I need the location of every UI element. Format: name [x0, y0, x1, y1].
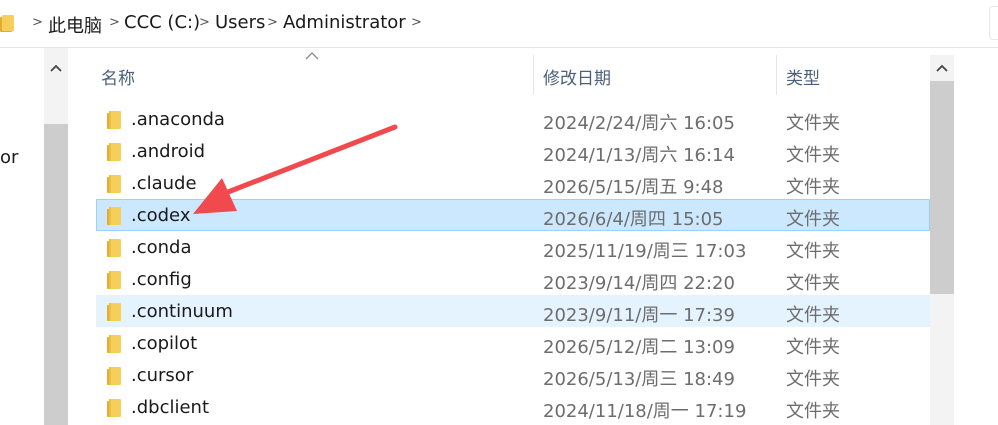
- file-type: 文件夹: [786, 113, 840, 134]
- file-row[interactable]: .cursor 2026/5/13/周三 18:49 文件夹: [96, 359, 930, 391]
- file-modified-date: 2025/11/19/周三 17:03: [543, 241, 747, 262]
- file-modified-date: 2026/5/12/周二 13:09: [543, 337, 735, 358]
- nav-scrollbar-thumb[interactable]: [44, 124, 68, 425]
- file-modified-date: 2026/5/13/周三 18:49: [543, 369, 735, 390]
- file-type: 文件夹: [786, 401, 840, 422]
- chevron-right-icon[interactable]: >: [411, 15, 422, 30]
- folder-icon: [107, 111, 121, 129]
- file-modified-date: 2024/11/18/周一 17:19: [543, 401, 747, 422]
- chevron-right-icon[interactable]: >: [32, 15, 43, 30]
- file-modified-date: 2026/5/15/周五 9:48: [543, 177, 724, 198]
- file-name: .dbclient: [131, 397, 210, 418]
- file-name: .config: [131, 269, 192, 290]
- caret-up-icon[interactable]: [930, 55, 954, 81]
- chevron-right-icon[interactable]: >: [199, 15, 210, 30]
- file-row[interactable]: .claude 2026/5/15/周五 9:48 文件夹: [96, 167, 930, 199]
- folder-icon: [107, 367, 121, 385]
- column-header-date[interactable]: 修改日期: [543, 64, 611, 89]
- chevron-right-icon[interactable]: >: [267, 15, 278, 30]
- address-bar[interactable]: > 此电脑 > CCC (C:) > Users > Administrator…: [0, 0, 998, 48]
- file-row[interactable]: .continuum 2023/9/11/周一 17:39 文件夹: [96, 295, 930, 327]
- caret-up-icon[interactable]: [44, 55, 68, 81]
- file-name: .claude: [131, 173, 197, 194]
- column-header-name[interactable]: 名称: [101, 64, 135, 89]
- breadcrumb-this-pc[interactable]: 此电脑: [48, 12, 102, 38]
- file-row[interactable]: .codex 2026/6/4/周四 15:05 文件夹: [96, 199, 930, 231]
- breadcrumb-administrator[interactable]: Administrator: [283, 12, 406, 33]
- column-header-type[interactable]: 类型: [786, 64, 820, 89]
- folder-icon: [107, 239, 121, 257]
- file-modified-date: 2023/9/11/周一 17:39: [543, 305, 735, 326]
- file-type: 文件夹: [786, 369, 840, 390]
- file-name: .copilot: [131, 333, 198, 354]
- file-name: .continuum: [131, 301, 233, 322]
- file-name: .cursor: [131, 365, 194, 386]
- column-divider[interactable]: [533, 55, 534, 95]
- file-type: 文件夹: [786, 177, 840, 198]
- folder-icon: [0, 15, 14, 32]
- file-row[interactable]: .anaconda 2024/2/24/周六 16:05 文件夹: [96, 103, 930, 135]
- address-bar-end: [989, 6, 998, 40]
- file-type: 文件夹: [786, 337, 840, 358]
- folder-icon: [107, 271, 121, 289]
- file-row[interactable]: .dbclient 2024/11/18/周一 17:19 文件夹: [96, 391, 930, 423]
- file-row[interactable]: .config 2023/9/14/周四 22:20 文件夹: [96, 263, 930, 295]
- chevron-right-icon[interactable]: >: [109, 15, 120, 30]
- file-name: .android: [131, 141, 206, 162]
- file-name: .anaconda: [131, 109, 225, 130]
- folder-icon: [107, 175, 121, 193]
- navigation-pane[interactable]: or: [0, 48, 44, 425]
- file-row[interactable]: .conda 2025/11/19/周三 17:03 文件夹: [96, 231, 930, 263]
- file-type: 文件夹: [786, 241, 840, 262]
- file-type: 文件夹: [786, 209, 840, 230]
- nav-item-label[interactable]: or: [0, 147, 18, 168]
- file-modified-date: 2023/9/14/周四 22:20: [543, 273, 735, 294]
- file-modified-date: 2024/2/24/周六 16:05: [543, 113, 735, 134]
- column-divider[interactable]: [776, 55, 777, 95]
- file-list: .anaconda 2024/2/24/周六 16:05 文件夹 .androi…: [96, 103, 930, 423]
- folder-icon: [107, 335, 121, 353]
- folder-icon: [107, 399, 121, 417]
- file-modified-date: 2026/6/4/周四 15:05: [543, 209, 724, 230]
- file-modified-date: 2024/1/13/周六 16:14: [543, 145, 735, 166]
- breadcrumb-users[interactable]: Users: [215, 12, 265, 33]
- file-row[interactable]: .copilot 2026/5/12/周二 13:09 文件夹: [96, 327, 930, 359]
- folder-icon: [107, 207, 121, 225]
- file-name: .codex: [131, 205, 191, 226]
- folder-icon: [107, 143, 121, 161]
- file-name: .conda: [131, 237, 192, 258]
- file-type: 文件夹: [786, 145, 840, 166]
- breadcrumb-drive-c[interactable]: CCC (C:): [124, 12, 200, 33]
- file-row[interactable]: .android 2024/1/13/周六 16:14 文件夹: [96, 135, 930, 167]
- sort-caret-up-icon: [305, 52, 319, 60]
- folder-icon: [107, 303, 121, 321]
- file-type: 文件夹: [786, 273, 840, 294]
- vertical-scrollbar-thumb[interactable]: [930, 81, 954, 294]
- file-type: 文件夹: [786, 305, 840, 326]
